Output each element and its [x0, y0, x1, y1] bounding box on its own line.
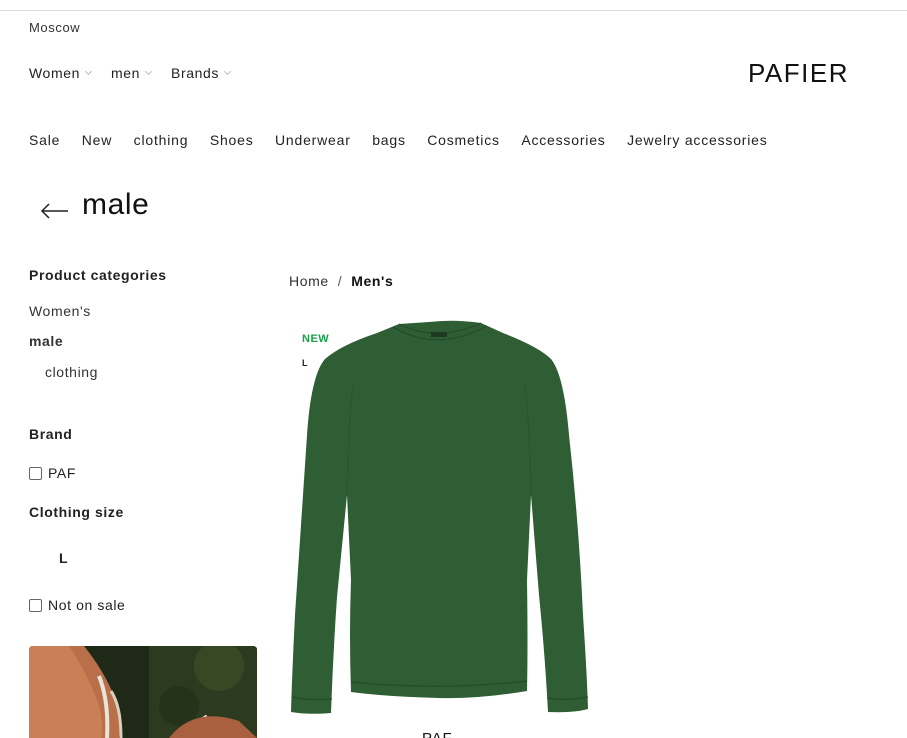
product-brand[interactable]: PAF	[422, 730, 452, 738]
back-arrow-icon[interactable]	[40, 200, 70, 220]
category-nav-item[interactable]: Sale	[29, 132, 60, 148]
category-nav-item[interactable]: Accessories	[521, 132, 605, 148]
top-divider	[0, 10, 907, 11]
promo-photo	[29, 646, 257, 738]
category-nav-item[interactable]: bags	[372, 132, 406, 148]
product-categories-heading: Product categories	[29, 267, 167, 283]
nav-men-label: men	[110, 65, 141, 81]
brand-filter-paf[interactable]: PAF	[29, 465, 76, 481]
category-nav-item[interactable]: Cosmetics	[427, 132, 500, 148]
nav-brands[interactable]: Brands	[171, 65, 232, 81]
not-on-sale-checkbox[interactable]	[29, 598, 42, 612]
breadcrumb-current: Men's	[351, 273, 394, 289]
not-on-sale-label: Not on sale	[48, 597, 126, 613]
nav-women-label: Women	[29, 65, 80, 81]
site-logo[interactable]: PAFIER	[748, 58, 849, 89]
new-badge: NEW	[302, 333, 330, 345]
gender-nav: Women men Brands	[29, 65, 232, 81]
breadcrumb-home[interactable]: Home	[289, 273, 329, 289]
nav-women[interactable]: Women	[29, 65, 93, 81]
chevron-down-icon	[223, 67, 232, 75]
category-nav-item[interactable]: Shoes	[210, 132, 254, 148]
sidebar-category-male[interactable]: male	[29, 333, 63, 349]
sidebar-category-women[interactable]: Women's	[29, 303, 91, 319]
category-nav-item[interactable]: New	[82, 132, 112, 148]
product-image[interactable]	[289, 315, 589, 720]
category-nav: Sale New clothing Shoes Underwear bags C…	[29, 132, 768, 148]
nav-brands-label: Brands	[171, 65, 219, 81]
product-card[interactable]: NEW L PAF	[289, 315, 589, 738]
sidebar-category-clothing[interactable]: clothing	[45, 364, 98, 380]
clothing-size-heading: Clothing size	[29, 504, 124, 520]
page-title: male	[82, 188, 150, 221]
promo-banner-image[interactable]	[29, 646, 257, 738]
brand-paf-label: PAF	[48, 465, 76, 481]
breadcrumb-separator: /	[337, 273, 343, 289]
brand-paf-checkbox[interactable]	[29, 466, 42, 480]
not-on-sale-filter[interactable]: Not on sale	[29, 597, 125, 613]
category-nav-item[interactable]: Jewelry accessories	[627, 132, 767, 148]
size-option-l[interactable]: L	[59, 550, 68, 566]
product-size-badge: L	[302, 358, 308, 368]
chevron-down-icon	[144, 67, 153, 75]
breadcrumb: Home / Men's	[289, 273, 393, 289]
chevron-down-icon	[84, 67, 93, 75]
nav-men[interactable]: men	[110, 65, 153, 81]
city-selector[interactable]: Moscow	[29, 20, 80, 35]
brand-filter-heading: Brand	[29, 426, 73, 442]
category-nav-item[interactable]: clothing	[134, 132, 189, 148]
category-nav-item[interactable]: Underwear	[275, 132, 351, 148]
